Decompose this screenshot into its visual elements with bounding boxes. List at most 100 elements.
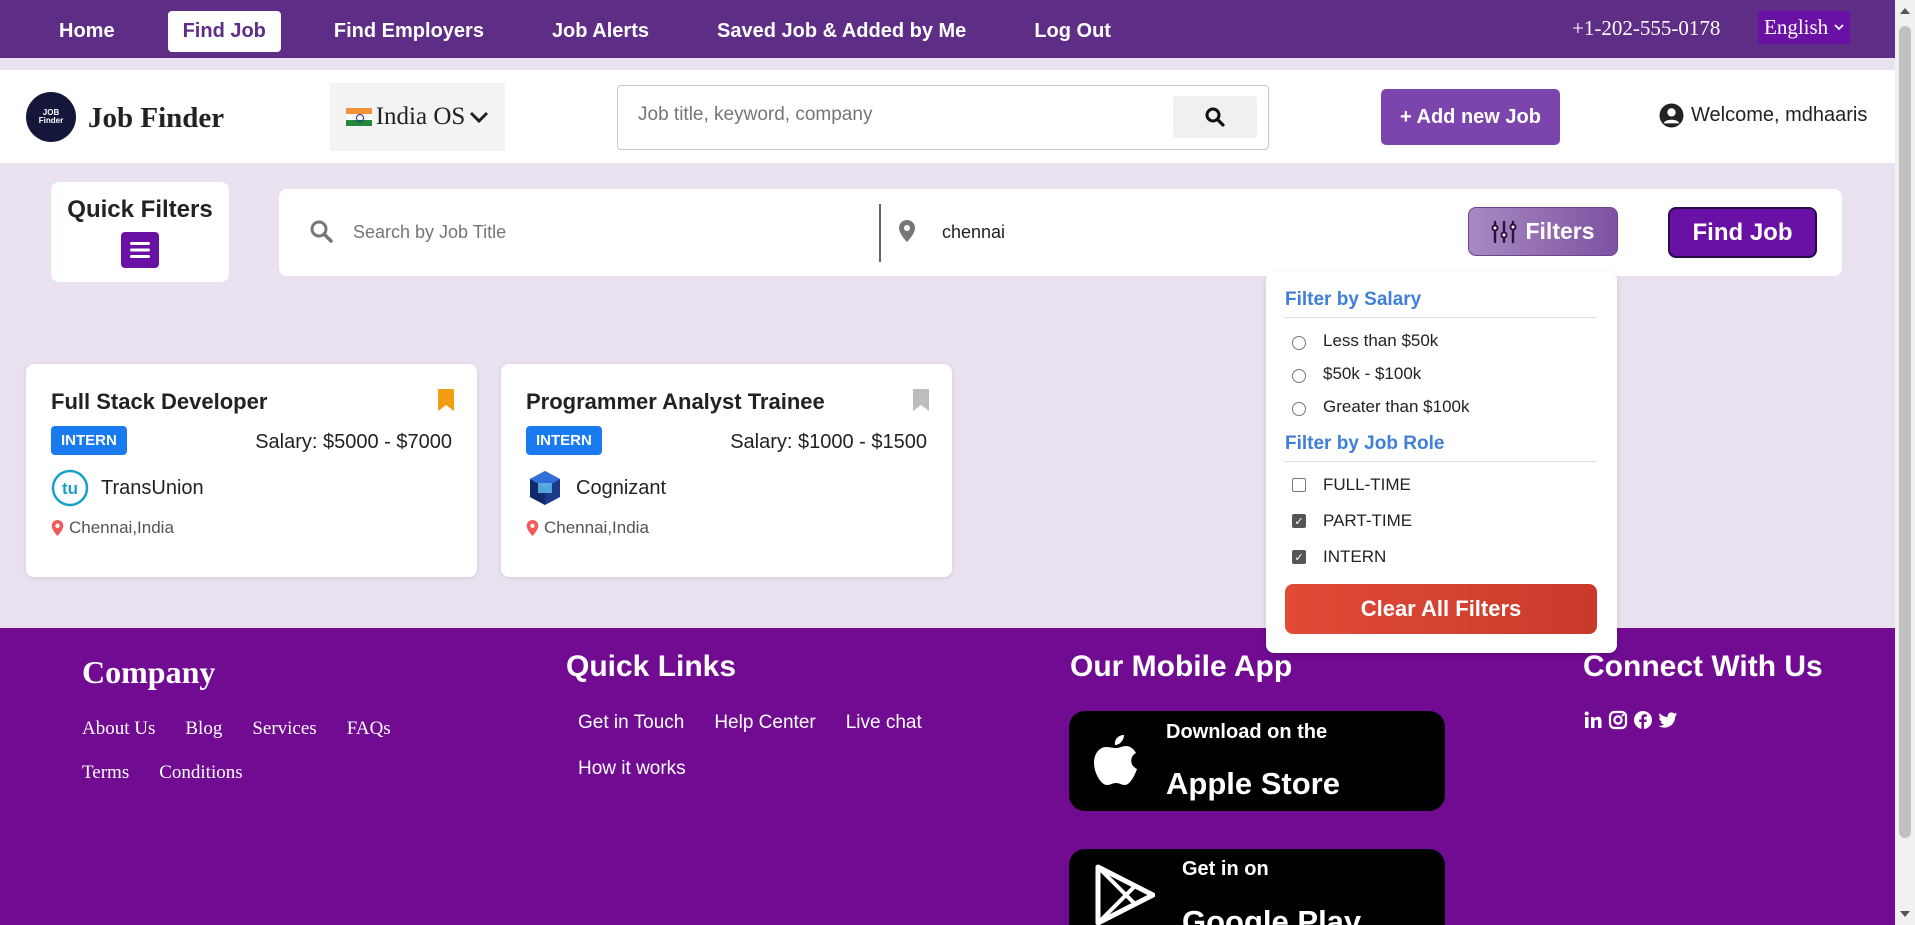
quick-filters-menu-button[interactable] — [121, 232, 159, 268]
linkedin-icon[interactable] — [1583, 710, 1603, 730]
radio-button[interactable] — [1292, 401, 1306, 416]
quick-filters-label: Quick Filters — [67, 196, 213, 223]
job-title-search-input[interactable] — [353, 222, 833, 243]
job-location: Chennai,India — [526, 518, 649, 538]
checkbox-checked[interactable]: ✓ — [1292, 550, 1306, 564]
role-option-full-time[interactable]: FULL-TIME — [1292, 475, 1411, 495]
location-pin-icon — [526, 520, 539, 536]
language-select[interactable]: English — [1758, 11, 1851, 44]
top-navbar: Home Find Job Find Employers Job Alerts … — [0, 0, 1895, 58]
user-avatar-icon — [1659, 103, 1684, 128]
apple-store-button[interactable]: Download on the Apple Store — [1069, 711, 1445, 811]
job-card[interactable]: Full Stack Developer INTERN Salary: $500… — [26, 364, 477, 577]
filters-label: Filters — [1525, 218, 1595, 244]
footer-link-conditions[interactable]: Conditions — [159, 762, 242, 784]
salary-filter-heading: Filter by Salary — [1285, 289, 1597, 318]
site-header: JOB Finder Job Finder India OS + Add new… — [0, 70, 1895, 163]
google-play-button[interactable]: Get in on Google Play — [1069, 849, 1445, 925]
footer-link-terms[interactable]: Terms — [82, 762, 129, 784]
scroll-down-arrow-icon[interactable] — [1900, 911, 1910, 917]
job-title[interactable]: Full Stack Developer — [51, 389, 267, 415]
header-search — [617, 85, 1269, 150]
footer-company-links: About Us Blog Services FAQs Terms Condit… — [82, 718, 442, 784]
bookmark-icon[interactable] — [912, 388, 930, 412]
footer-link-help-center[interactable]: Help Center — [714, 712, 815, 734]
search-icon — [1205, 107, 1225, 127]
footer-link-services[interactable]: Services — [252, 718, 316, 740]
logo-icon[interactable]: JOB Finder — [26, 92, 76, 142]
salary-option-over-100k[interactable]: Greater than $100k — [1292, 397, 1469, 417]
apple-icon — [1094, 735, 1137, 785]
search-divider — [879, 204, 881, 262]
role-option-label: FULL-TIME — [1323, 475, 1411, 494]
role-option-label: INTERN — [1323, 547, 1387, 566]
bookmark-icon[interactable] — [437, 388, 455, 412]
nav-saved-jobs[interactable]: Saved Job & Added by Me — [702, 11, 981, 52]
facebook-icon[interactable] — [1633, 710, 1653, 730]
footer-link-get-in-touch[interactable]: Get in Touch — [578, 712, 684, 734]
footer-link-how-it-works[interactable]: How it works — [578, 758, 686, 780]
salary-option-label: Less than $50k — [1323, 331, 1439, 350]
radio-button[interactable] — [1292, 368, 1306, 383]
location-pin-icon — [51, 520, 64, 536]
header-search-input[interactable] — [638, 104, 1158, 126]
google-play-icon — [1095, 864, 1155, 925]
footer-quick-links: Get in Touch Help Center Live chat How i… — [578, 712, 978, 780]
twitter-icon[interactable] — [1658, 710, 1678, 730]
apple-small-text: Download on the — [1166, 721, 1328, 743]
brand-name[interactable]: Job Finder — [88, 102, 224, 135]
chevron-down-icon — [1834, 24, 1844, 31]
job-title[interactable]: Programmer Analyst Trainee — [526, 389, 825, 415]
company: tu TransUnion — [51, 469, 204, 507]
scrollbar-thumb[interactable] — [1899, 26, 1911, 838]
menu-icon — [130, 242, 150, 258]
site-footer: Company About Us Blog Services FAQs Term… — [0, 628, 1895, 925]
salary-option-under-50k[interactable]: Less than $50k — [1292, 331, 1438, 351]
company: Cognizant — [526, 469, 666, 507]
location-text: Chennai,India — [544, 518, 649, 537]
role-filter-heading: Filter by Job Role — [1285, 433, 1597, 462]
country-select[interactable]: India OS — [330, 83, 505, 151]
user-menu[interactable]: Welcome, mdhaaris — [1659, 103, 1867, 128]
find-job-button[interactable]: Find Job — [1668, 207, 1817, 258]
footer-connect-heading: Connect With Us — [1583, 650, 1823, 683]
footer-link-blog[interactable]: Blog — [185, 718, 222, 740]
instagram-icon[interactable] — [1608, 710, 1628, 730]
nav-home[interactable]: Home — [44, 11, 130, 52]
role-option-part-time[interactable]: ✓ PART-TIME — [1292, 511, 1412, 531]
language-label: English — [1764, 15, 1829, 39]
footer-link-about-us[interactable]: About Us — [82, 718, 155, 740]
job-search-bar: Filters Find Job — [279, 189, 1842, 276]
job-location: Chennai,India — [51, 518, 174, 538]
location-input[interactable] — [942, 222, 1342, 243]
filters-button[interactable]: Filters — [1468, 207, 1618, 256]
nav-job-alerts[interactable]: Job Alerts — [537, 11, 664, 52]
sliders-icon — [1491, 220, 1517, 243]
clear-all-filters-button[interactable]: Clear All Filters — [1285, 584, 1597, 634]
nav-log-out[interactable]: Log Out — [1019, 11, 1126, 52]
footer-link-faqs[interactable]: FAQs — [347, 718, 391, 740]
filter-dropdown: Filter by Salary Less than $50k $50k - $… — [1266, 272, 1617, 653]
salary-option-50k-100k[interactable]: $50k - $100k — [1292, 364, 1421, 384]
nav-find-employers[interactable]: Find Employers — [319, 11, 499, 52]
radio-button[interactable] — [1292, 335, 1306, 350]
page-scrollbar[interactable] — [1895, 0, 1915, 925]
salary-option-label: $50k - $100k — [1323, 364, 1422, 383]
role-option-label: PART-TIME — [1323, 511, 1413, 530]
add-new-job-button[interactable]: + Add new Job — [1381, 89, 1560, 145]
job-type-badge: INTERN — [526, 426, 602, 455]
salary-option-label: Greater than $100k — [1323, 397, 1470, 416]
country-label: India OS — [375, 103, 466, 130]
footer-link-live-chat[interactable]: Live chat — [846, 712, 922, 734]
india-flag-icon — [345, 108, 372, 126]
nav-find-job[interactable]: Find Job — [167, 11, 281, 52]
checkbox-checked[interactable]: ✓ — [1292, 514, 1306, 528]
job-salary: Salary: $5000 - $7000 — [255, 431, 452, 453]
role-option-intern[interactable]: ✓ INTERN — [1292, 547, 1386, 567]
search-icon — [310, 220, 333, 243]
header-search-button[interactable] — [1173, 96, 1257, 138]
scroll-up-arrow-icon[interactable] — [1900, 8, 1910, 14]
job-card[interactable]: Programmer Analyst Trainee INTERN Salary… — [501, 364, 952, 577]
svg-text:tu: tu — [62, 479, 78, 498]
checkbox[interactable] — [1292, 478, 1306, 492]
